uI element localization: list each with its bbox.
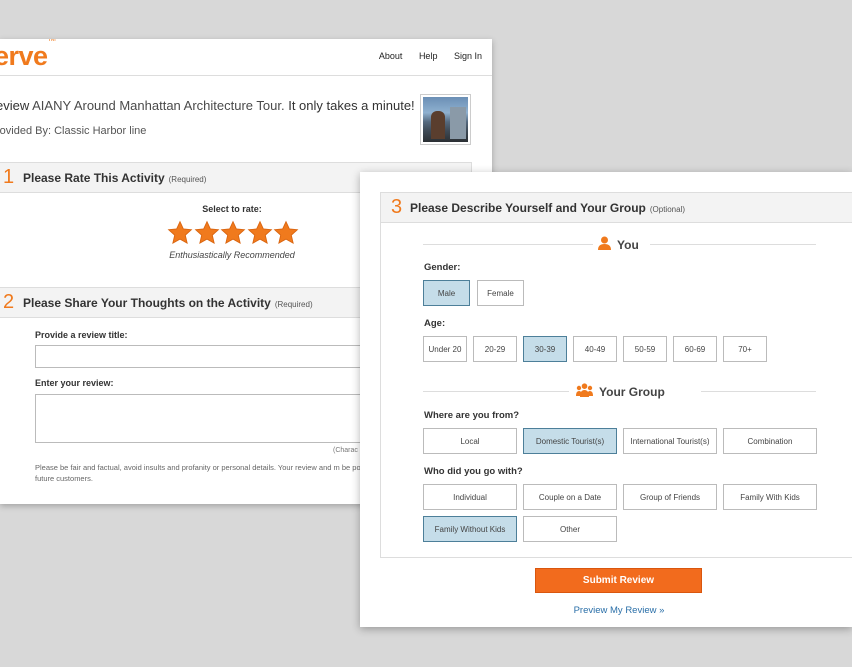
companion-option[interactable]: Couple on a Date (523, 484, 617, 510)
provider-text: rovided By: Classic Harbor line (0, 125, 147, 137)
person-icon (598, 236, 611, 253)
age-label: Age: (424, 318, 446, 329)
section-title: Please Describe Yourself and Your Group(… (410, 201, 685, 215)
companion-option[interactable]: Individual (423, 484, 517, 510)
companion-option[interactable]: Other (523, 516, 617, 542)
group-icon (576, 383, 593, 400)
top-bar: erveTM About Help Sign In (0, 39, 492, 76)
divider (423, 244, 593, 245)
star-icon[interactable] (194, 220, 220, 246)
age-option[interactable]: 30-39 (523, 336, 567, 362)
origin-option[interactable]: Domestic Tourist(s) (523, 428, 617, 454)
star-icon[interactable] (247, 220, 273, 246)
top-nav: About Help Sign In (365, 51, 482, 61)
star-icon[interactable] (273, 220, 299, 246)
divider (701, 391, 816, 392)
you-heading: You (598, 236, 639, 253)
section-title: Please Rate This Activity (Required) (23, 171, 207, 185)
activity-thumbnail (420, 94, 471, 145)
section-number: 1 (3, 166, 15, 188)
age-option[interactable]: 20-29 (473, 336, 517, 362)
origin-option[interactable]: Combination (723, 428, 817, 454)
activity-link[interactable]: AIANY Around Manhattan Architecture Tour… (32, 98, 284, 113)
your-group-heading: Your Group (576, 383, 665, 400)
preview-review-link[interactable]: Preview My Review » (360, 605, 852, 616)
companions-label: Who did you go with? (424, 466, 523, 477)
origin-label: Where are you from? (424, 410, 520, 421)
star-rating[interactable] (167, 220, 300, 246)
gender-label: Gender: (424, 262, 461, 273)
age-option[interactable]: 60-69 (673, 336, 717, 362)
describe-group-card: 3 Please Describe Yourself and Your Grou… (360, 172, 852, 627)
brand-logo[interactable]: erveTM (0, 39, 56, 72)
star-icon[interactable] (167, 220, 193, 246)
origin-option[interactable]: International Tourist(s) (623, 428, 717, 454)
age-option[interactable]: 50-59 (623, 336, 667, 362)
age-option[interactable]: 70+ (723, 336, 767, 362)
gender-option[interactable]: Female (477, 280, 524, 306)
divider (650, 244, 816, 245)
section-title: Please Share Your Thoughts on the Activi… (23, 296, 313, 310)
section-describe-header: 3 Please Describe Yourself and Your Grou… (380, 192, 852, 223)
submit-review-button[interactable]: Submit Review (535, 568, 702, 593)
gender-option[interactable]: Male (423, 280, 470, 306)
section-number: 2 (3, 291, 15, 313)
nav-signin-link[interactable]: Sign In (454, 51, 482, 61)
nav-help-link[interactable]: Help (419, 51, 438, 61)
char-count-note: (Charac (333, 447, 358, 454)
age-option[interactable]: 40-49 (573, 336, 617, 362)
section-number: 3 (391, 196, 403, 218)
origin-option[interactable]: Local (423, 428, 517, 454)
nav-about-link[interactable]: About (379, 51, 403, 61)
review-title-label: Provide a review title: (35, 330, 128, 340)
companion-option[interactable]: Family With Kids (723, 484, 817, 510)
intro-text: eview AIANY Around Manhattan Architectur… (0, 98, 415, 113)
age-option[interactable]: Under 20 (423, 336, 467, 362)
star-icon[interactable] (220, 220, 246, 246)
companion-option[interactable]: Family Without Kids (423, 516, 517, 542)
companion-option[interactable]: Group of Friends (623, 484, 717, 510)
review-body-label: Enter your review: (35, 378, 114, 388)
divider (423, 391, 569, 392)
